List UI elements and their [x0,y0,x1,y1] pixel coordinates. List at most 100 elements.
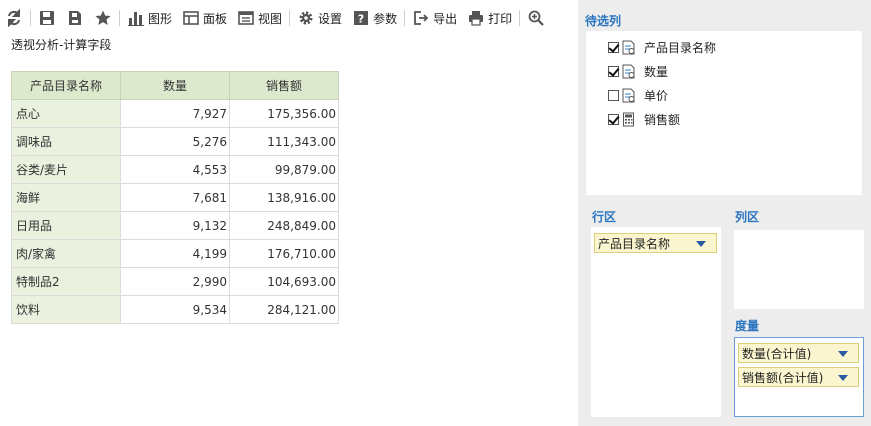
dimension-field-icon [622,40,635,54]
save-as-icon [69,11,81,25]
table-header-row: 产品目录名称 数量 销售额 [11,71,339,100]
checkbox[interactable] [608,65,619,77]
columns-drop-zone[interactable] [734,230,864,309]
zoom-button[interactable] [522,0,550,36]
chevron-down-icon[interactable] [696,241,706,247]
measure-field-chip[interactable]: 数量(合计值) [738,343,859,363]
toolbar-divider [519,10,521,26]
measures-drop-zone[interactable]: 数量(合计值) 销售额(合计值) [734,337,864,417]
toolbar-divider [30,10,31,26]
table-row: 日用品 9,132 248,849.00 [11,211,339,240]
sales-cell: 138,916.00 [229,183,339,212]
save-icon [40,11,54,25]
params-button[interactable]: ? 参数 [347,0,402,36]
qty-cell: 5,276 [120,127,230,156]
toolbar-divider [119,10,120,26]
sales-cell: 104,693.00 [229,267,339,296]
checkbox[interactable] [608,113,619,125]
checkbox[interactable] [608,41,619,53]
row-header: 肉/家禽 [11,239,121,268]
checkbox[interactable] [608,89,619,101]
star-icon [95,10,111,25]
dimension-field-icon [622,64,635,78]
qty-cell: 7,681 [120,183,230,212]
candidate-columns-list: 产品目录名称 数量 单价 销售额 [586,31,862,195]
save-button[interactable] [33,0,61,36]
page-title: 透视分析-计算字段 [11,38,112,52]
candidate-label: 销售额 [644,112,681,127]
toolbar-divider [289,10,291,26]
sales-cell: 284,121.00 [229,295,339,324]
panel-label: 面板 [203,11,228,26]
refresh-button[interactable] [0,0,28,36]
row-header: 调味品 [11,127,121,156]
print-label: 打印 [488,11,513,26]
printer-icon [469,11,484,26]
view-button[interactable]: 视图 [232,0,287,36]
rows-drop-zone[interactable]: 产品目录名称 [591,227,721,417]
settings-label: 设置 [318,11,343,26]
favorite-button[interactable] [89,0,117,36]
gear-icon [299,11,313,25]
candidates-title: 待选列 [585,14,622,28]
qty-cell: 7,927 [120,99,230,128]
candidate-item-product-category[interactable]: 产品目录名称 [608,37,716,57]
field-panel: 待选列 产品目录名称 数量 单价 销售额 行区 产品目录名称 列区 度量 数量(… [578,0,871,426]
zoom-icon [528,10,544,26]
dimension-field-icon [622,88,635,102]
svg-text:?: ? [358,13,364,26]
chevron-down-icon[interactable] [838,351,848,357]
print-button[interactable]: 打印 [462,0,517,36]
row-header: 日用品 [11,211,121,240]
qty-cell: 9,132 [120,211,230,240]
toolbar-divider [404,10,406,26]
table-row: 海鲜 7,681 138,916.00 [11,183,339,212]
row-field-chip[interactable]: 产品目录名称 [594,233,717,253]
chip-label: 销售额(合计值) [742,370,824,385]
columns-title: 列区 [735,210,760,224]
measure-field-chip[interactable]: 销售额(合计值) [738,367,859,387]
row-header: 谷类/麦片 [11,155,121,184]
qty-cell: 9,534 [120,295,230,324]
candidate-label: 单价 [644,88,669,103]
bar-chart-icon [128,12,144,26]
sales-cell: 175,356.00 [229,99,339,128]
table-row: 谷类/麦片 4,553 99,879.00 [11,155,339,184]
row-header: 饮料 [11,295,121,324]
toolbar: 图形 面板 视图 设置 ? 参数 导出 打印 [0,0,578,36]
chip-label: 数量(合计值) [742,346,812,361]
export-button[interactable]: 导出 [407,0,462,36]
save-as-button[interactable] [61,0,89,36]
column-header[interactable]: 产品目录名称 [11,71,121,100]
export-label: 导出 [433,11,458,26]
chart-button[interactable]: 图形 [122,0,177,36]
table-row: 点心 7,927 175,356.00 [11,99,339,128]
view-icon [238,11,254,25]
sales-cell: 248,849.00 [229,211,339,240]
question-icon: ? [354,11,369,26]
row-header: 特制品2 [11,267,121,296]
column-header[interactable]: 数量 [120,71,230,100]
calculated-field-icon [623,112,634,126]
candidate-label: 产品目录名称 [644,40,717,55]
qty-cell: 4,553 [120,155,230,184]
column-header[interactable]: 销售额 [229,71,339,100]
settings-button[interactable]: 设置 [292,0,347,36]
panel-button[interactable]: 面板 [177,0,232,36]
sales-cell: 111,343.00 [229,127,339,156]
export-icon [414,11,429,25]
table-row: 特制品2 2,990 104,693.00 [11,267,339,296]
candidate-item-sales[interactable]: 销售额 [608,109,680,129]
view-label: 视图 [258,11,283,26]
row-header: 海鲜 [11,183,121,212]
table-row: 肉/家禽 4,199 176,710.00 [11,239,339,268]
candidate-item-quantity[interactable]: 数量 [608,61,668,81]
pivot-table: 产品目录名称 数量 销售额 点心 7,927 175,356.00 调味品 5,276… [11,71,339,324]
params-label: 参数 [373,11,398,26]
measures-title: 度量 [735,319,760,333]
sales-cell: 99,879.00 [229,155,339,184]
panel-icon [183,11,199,25]
table-row: 调味品 5,276 111,343.00 [11,127,339,156]
chevron-down-icon[interactable] [838,375,848,381]
candidate-item-unit-price[interactable]: 单价 [608,85,668,105]
